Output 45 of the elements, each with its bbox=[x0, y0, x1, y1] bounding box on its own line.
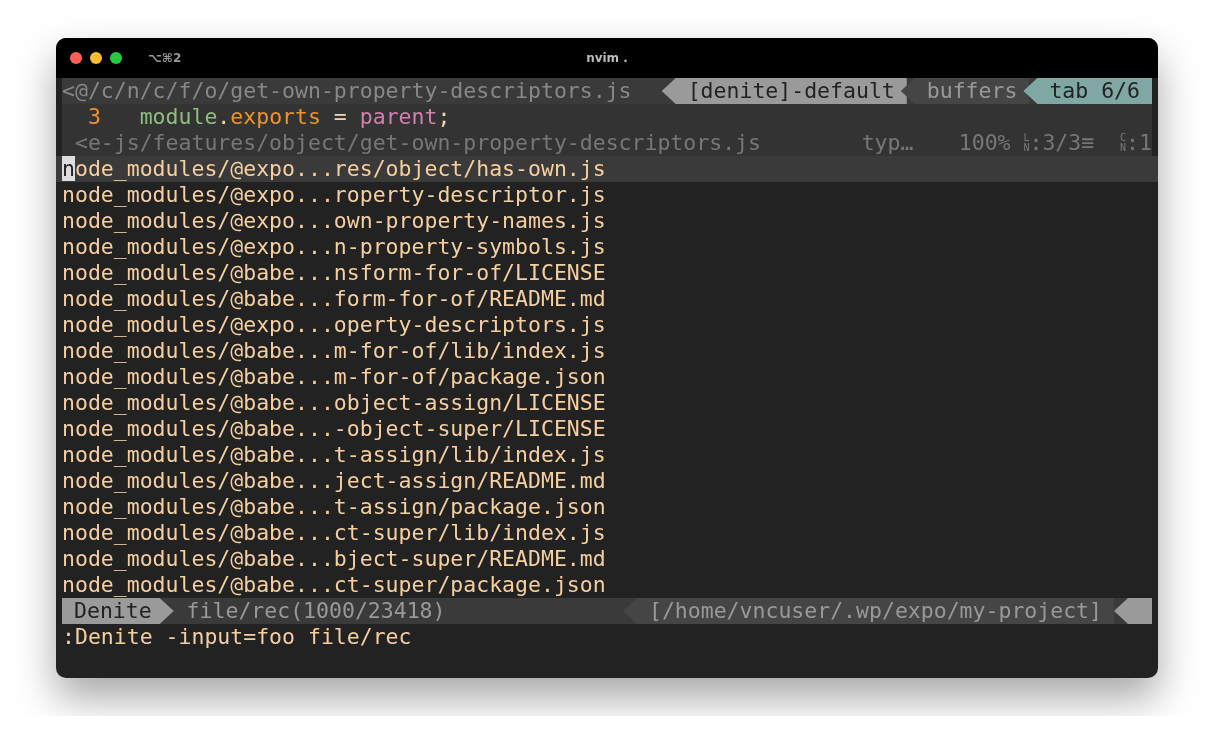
command-line[interactable]: :Denite -input=foo file/rec bbox=[62, 624, 1152, 650]
result-row[interactable]: node_modules/@babe...ject-assign/README.md bbox=[56, 468, 1158, 494]
column-icon: CN bbox=[1120, 133, 1127, 153]
cursor: n bbox=[62, 156, 75, 181]
percent-label: 100% bbox=[958, 130, 1011, 156]
column-position: :1 bbox=[1126, 130, 1152, 156]
mode-segment: Denite bbox=[62, 598, 174, 624]
code-token: ; bbox=[437, 104, 451, 130]
code-token: parent bbox=[359, 104, 438, 130]
result-row[interactable]: node_modules/@babe...m-for-of/lib/index.js bbox=[56, 338, 1158, 364]
code-token: = bbox=[332, 104, 348, 130]
statusline-end-segment bbox=[1114, 598, 1152, 624]
line-number-icon: LN bbox=[1023, 133, 1030, 153]
result-row[interactable]: node_modules/@babe...ct-super/lib/index.js bbox=[56, 520, 1158, 546]
tabline-path: <@/c/n/c/f/o/get-own-property-descriptors.js bbox=[62, 78, 632, 104]
filetype-label: typ… bbox=[861, 130, 914, 156]
result-row[interactable]: node_modules/@expo...roperty-descriptor.js bbox=[56, 182, 1158, 208]
line-number: 3 bbox=[86, 104, 102, 130]
result-row[interactable]: node_modules/@babe...t-assign/package.json bbox=[56, 494, 1158, 520]
close-button[interactable] bbox=[70, 52, 82, 64]
result-row[interactable]: node_modules/@babe...object-assign/LICENSE bbox=[56, 390, 1158, 416]
code-token: module bbox=[139, 104, 218, 130]
zoom-button[interactable] bbox=[110, 52, 122, 64]
tabline-segment[interactable]: [denite]-default bbox=[661, 78, 907, 104]
result-row[interactable]: node_modules/@expo...own-property-names.js bbox=[56, 208, 1158, 234]
code-token: exports bbox=[230, 104, 321, 130]
result-row[interactable]: node_modules/@babe...bject-super/README.md bbox=[56, 546, 1158, 572]
file-path: <e-js/features/object/get-own-property-descriptors.js bbox=[73, 130, 761, 156]
result-row[interactable]: node_modules/@babe...-object-super/LICENSE bbox=[56, 416, 1158, 442]
window-title: nvim . bbox=[586, 51, 628, 65]
code-token: . bbox=[217, 104, 231, 130]
result-row[interactable]: node_modules/@babe...nsform-for-of/LICENSE bbox=[56, 260, 1158, 286]
result-row[interactable]: node_modules/@babe...ct-super/package.json bbox=[56, 572, 1158, 598]
cwd-segment: [/home/vncuser/.wp/expo/my-project] bbox=[622, 598, 1114, 624]
result-row[interactable]: node_modules/@expo...operty-descriptors.js bbox=[56, 312, 1158, 338]
result-row[interactable]: node_modules/@babe...form-for-of/README.md bbox=[56, 286, 1158, 312]
line-position: :3/3≡ bbox=[1029, 130, 1095, 156]
shortcut-label: ⌥⌘2 bbox=[148, 51, 182, 65]
result-row[interactable]: node_modules/@expo...res/object/has-own.js bbox=[56, 156, 1158, 182]
result-row[interactable]: node_modules/@babe...m-for-of/package.json bbox=[56, 364, 1158, 390]
tabline-segment[interactable]: tab 6/6 bbox=[1023, 78, 1152, 104]
source-label: file/rec(1000/23418) bbox=[185, 598, 446, 624]
result-row[interactable]: node_modules/@expo...n-property-symbols.js bbox=[56, 234, 1158, 260]
result-row[interactable]: node_modules/@babe...t-assign/lib/index.js bbox=[56, 442, 1158, 468]
minimize-button[interactable] bbox=[90, 52, 102, 64]
